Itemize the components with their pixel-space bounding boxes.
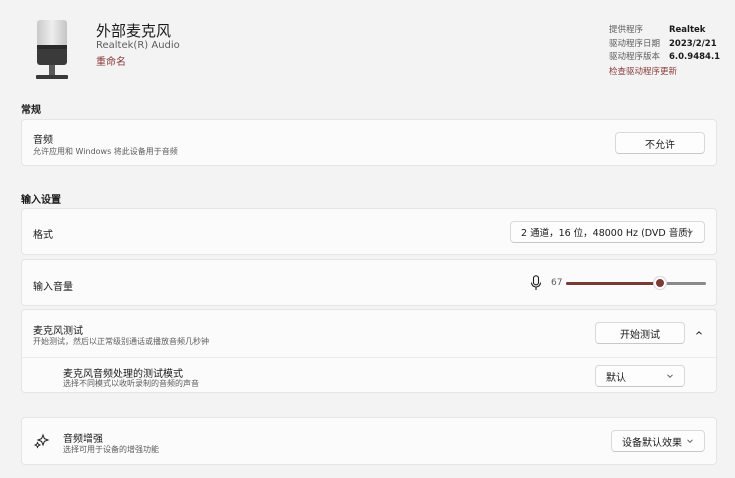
input-volume-slider-thumb[interactable] — [652, 276, 667, 290]
driver-date-row: 驱动程序日期 2023/2/21 — [609, 38, 720, 52]
disallow-button[interactable]: 不允许 — [615, 132, 705, 154]
device-name: 外部麦克风 — [96, 22, 172, 40]
driver-provider-row: 提供程序 Realtek — [609, 24, 720, 38]
chevron-up-icon[interactable] — [694, 328, 704, 338]
input-volume-slider-fill — [566, 282, 660, 285]
mic-test-divider — [22, 357, 716, 358]
general-section-title: 常规 — [21, 105, 41, 116]
input-settings-section-title: 输入设置 — [21, 195, 61, 206]
rename-link[interactable]: 重命名 — [96, 53, 126, 68]
chevron-down-icon — [687, 230, 693, 235]
microphone-device-image — [36, 20, 68, 79]
input-volume-value: 67 — [551, 278, 563, 288]
input-volume-card: 输入音量 67 — [21, 259, 717, 306]
audio-desc: 允许应用和 Windows 将此设备用于音频 — [33, 147, 178, 156]
microphone-icon — [530, 275, 542, 290]
audio-enhancements-title: 音频增强 — [63, 434, 103, 445]
check-driver-update-link[interactable]: 检查驱动程序更新 — [609, 66, 720, 80]
chevron-down-icon — [687, 439, 693, 444]
driver-date-label: 驱动程序日期 — [609, 38, 661, 49]
test-mode-dropdown-value: 默认 — [606, 372, 626, 384]
input-volume-slider[interactable] — [566, 276, 706, 290]
audio-card: 音频 允许应用和 Windows 将此设备用于音频 不允许 — [21, 119, 717, 166]
format-title: 格式 — [33, 230, 53, 241]
mic-test-desc: 开始测试，然后以正常级别通话或播放音频几秒钟 — [33, 337, 209, 346]
test-mode-dropdown[interactable]: 默认 — [595, 365, 685, 387]
driver-version-value: 6.0.9484.1 — [669, 52, 721, 62]
driver-provider-label: 提供程序 — [609, 25, 644, 35]
audio-enhancements-card: 音频增强 选择可用于设备的增强功能 设备默认效果 — [21, 417, 717, 465]
chevron-down-icon — [667, 374, 673, 379]
driver-info: 提供程序 Realtek 驱动程序日期 2023/2/21 驱动程序版本 6.0… — [609, 24, 720, 79]
test-mode-desc: 选择不同模式以收听录制的音频的声音 — [63, 379, 199, 388]
format-card: 格式 2 通道，16 位，48000 Hz (DVD 音质) — [21, 208, 717, 255]
input-volume-title: 输入音量 — [33, 282, 73, 293]
driver-provider-value: Realtek — [669, 25, 706, 35]
audio-enhancements-dropdown[interactable]: 设备默认效果 — [611, 430, 705, 452]
audio-title: 音频 — [33, 135, 53, 146]
device-driver-label: Realtek(R) Audio — [96, 40, 180, 51]
format-dropdown-value: 2 通道，16 位，48000 Hz (DVD 音质) — [521, 228, 692, 239]
audio-enhancements-dropdown-value: 设备默认效果 — [622, 437, 682, 449]
device-header: 外部麦克风 Realtek(R) Audio 重命名 提供程序 Realtek … — [0, 0, 735, 96]
audio-enhancements-desc: 选择可用于设备的增强功能 — [63, 445, 159, 454]
start-test-button[interactable]: 开始测试 — [595, 322, 685, 344]
format-dropdown[interactable]: 2 通道，16 位，48000 Hz (DVD 音质) — [510, 221, 705, 243]
slider-thumb-dot — [655, 279, 664, 287]
driver-version-label: 驱动程序版本 — [609, 52, 661, 62]
driver-version-row: 驱动程序版本 6.0.9484.1 — [609, 51, 720, 65]
mic-test-title: 麦克风测试 — [33, 326, 83, 337]
sparkle-icon — [34, 433, 50, 449]
driver-date-value: 2023/2/21 — [669, 38, 717, 49]
mic-test-card: 麦克风测试 开始测试，然后以正常级别通话或播放音频几秒钟 开始测试 麦克风音频处… — [21, 309, 717, 393]
